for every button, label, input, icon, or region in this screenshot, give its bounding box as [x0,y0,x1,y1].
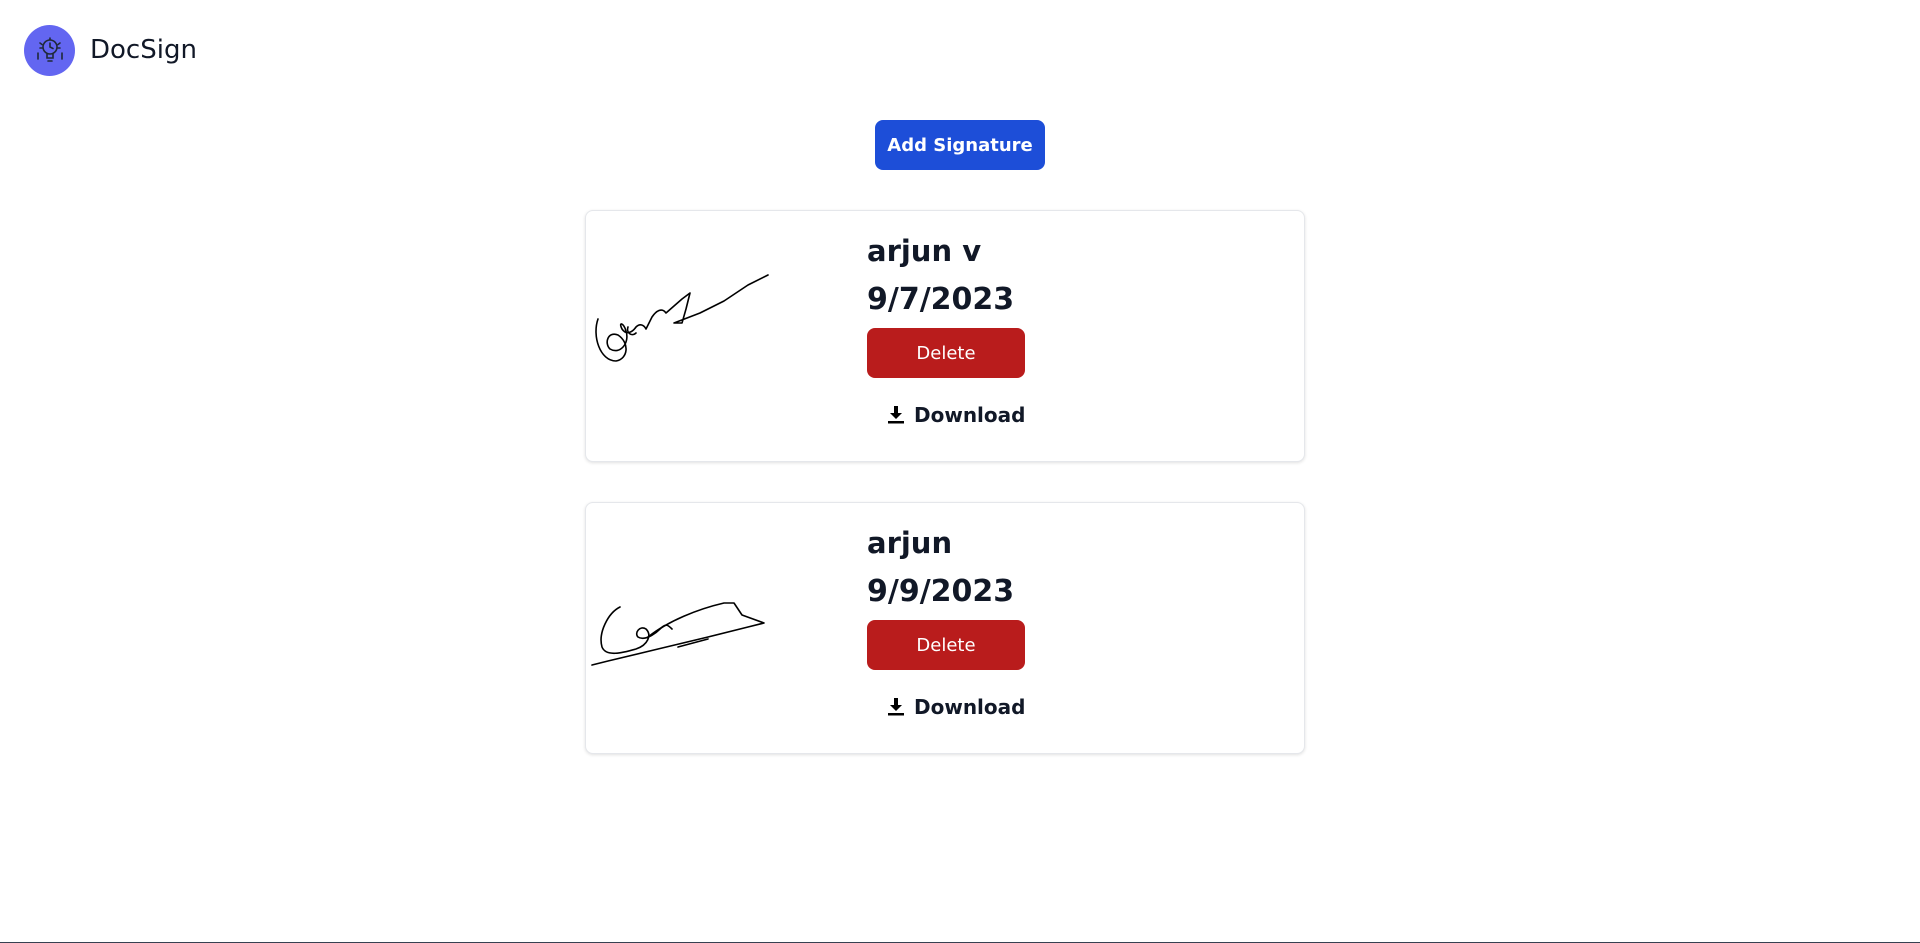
download-icon [888,406,904,424]
signature-date: 9/7/2023 [867,282,1015,317]
download-button[interactable]: Download [886,694,1167,720]
delete-button[interactable]: Delete [867,620,1025,670]
signature-info: arjun 9/9/2023 Delete Download [867,525,1167,720]
brand-name: DocSign [90,35,197,65]
signature-date: 9/9/2023 [867,574,1015,609]
download-label: Download [914,403,1026,427]
app-header: DocSign [24,24,197,76]
page: DocSign Add Signature arjun v 9/7/2023 D… [0,0,1920,943]
signature-info: arjun v 9/7/2023 Delete Download [867,233,1167,428]
app-logo[interactable] [24,24,75,76]
signature-card: arjun v 9/7/2023 Delete Download [585,210,1305,462]
signer-name: arjun v [867,234,982,268]
download-button[interactable]: Download [886,402,1167,428]
add-signature-button[interactable]: Add Signature [875,120,1045,170]
signature-image [595,274,769,362]
clock-lightbulb-icon [36,37,63,62]
download-icon [888,698,904,716]
signature-card: arjun 9/9/2023 Delete Download [585,502,1305,754]
signature-image [591,602,765,666]
signer-name: arjun [867,526,953,560]
download-label: Download [914,695,1026,719]
delete-button[interactable]: Delete [867,328,1025,378]
